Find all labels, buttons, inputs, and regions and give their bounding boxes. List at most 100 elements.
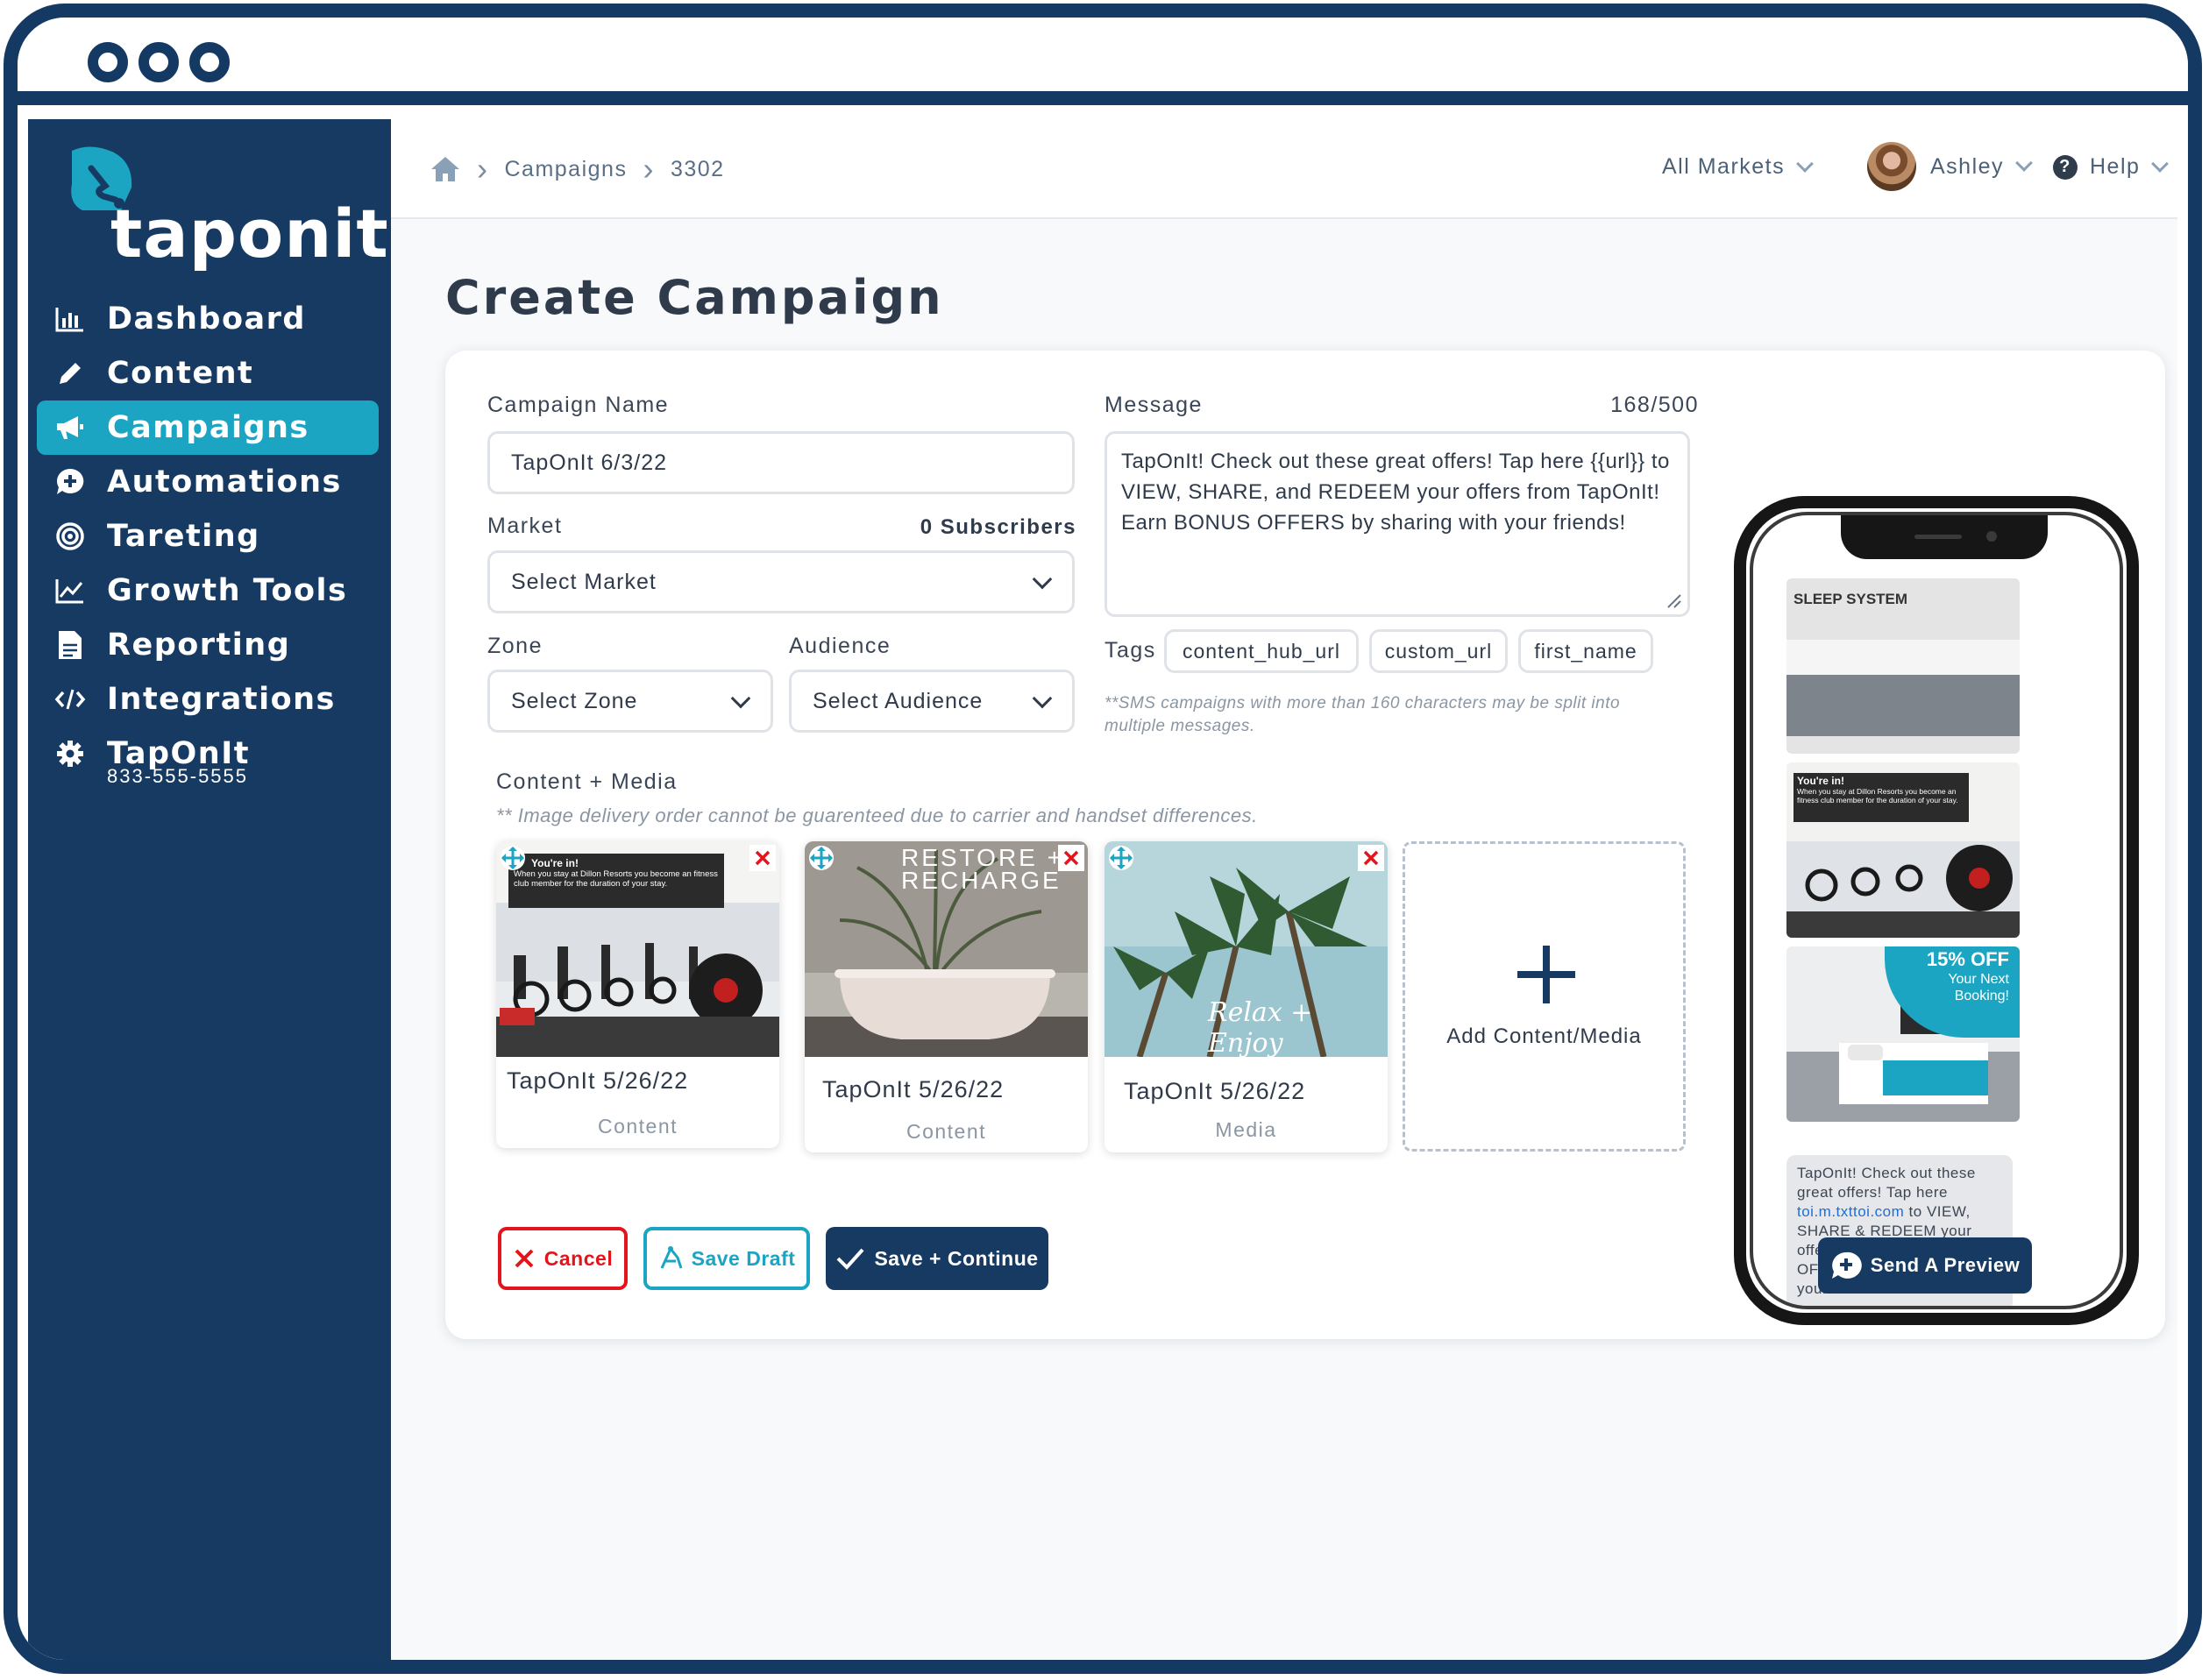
sidebar-item-campaigns[interactable]: Campaigns	[37, 401, 379, 455]
user-name: Ashley	[1930, 153, 2005, 179]
document-icon	[54, 629, 86, 661]
sidebar-item-label: Dashboard	[107, 301, 306, 337]
zone-select-value: Select Zone	[511, 688, 638, 713]
sidebar-item-account[interactable]: TapOnIt 833-555-5555	[37, 727, 379, 787]
cancel-button[interactable]: Cancel	[498, 1227, 628, 1290]
campaign-name-input[interactable]: TapOnIt 6/3/22	[487, 431, 1075, 494]
zone-label: Zone	[487, 634, 543, 658]
tag-chip[interactable]: content_hub_url	[1164, 629, 1359, 673]
move-icon[interactable]	[1108, 845, 1134, 871]
chat-plus-icon	[54, 466, 86, 498]
code-icon	[54, 684, 86, 715]
palm-trees-thumbnail: Relax + Enjoy	[1104, 841, 1388, 1057]
bar-chart-icon	[54, 303, 86, 335]
close-icon	[515, 1249, 534, 1268]
media-tile-title: TapOnIt 5/26/22	[507, 1067, 689, 1094]
tag-chip[interactable]: custom_url	[1369, 629, 1508, 673]
sidebar-item-integrations[interactable]: Integrations	[37, 672, 379, 727]
sidebar-item-content[interactable]: Content	[37, 346, 379, 401]
tags-label: Tags	[1104, 638, 1156, 663]
content-media-label: Content + Media	[496, 769, 678, 794]
breadcrumb-campaigns[interactable]: Campaigns	[505, 157, 628, 182]
user-menu[interactable]: Ashley	[1867, 142, 2033, 191]
message-char-count: 168/500	[1610, 393, 1699, 417]
preview-image-title: You're in!	[1797, 775, 1844, 787]
sidebar-item-growth-tools[interactable]: Growth Tools	[37, 564, 379, 618]
brand-logo[interactable]: taponit	[60, 137, 388, 277]
app-area: taponit Dashboard Content Campaigns Auto…	[28, 119, 2177, 1660]
megaphone-icon	[54, 412, 86, 443]
send-preview-label: Send A Preview	[1870, 1254, 2021, 1276]
plus-icon	[1517, 946, 1575, 1003]
media-tile[interactable]: RESTORE + RECHARGE TapOnIt 5/26/22 Conte…	[805, 841, 1088, 1152]
save-continue-button[interactable]: Save + Continue	[826, 1227, 1048, 1290]
market-select[interactable]: Select Market	[487, 550, 1075, 613]
save-draft-label: Save Draft	[691, 1246, 796, 1270]
sms-link[interactable]: toi.m.txttoi.com	[1797, 1203, 1904, 1220]
sidebar-item-dashboard[interactable]: Dashboard	[37, 292, 379, 346]
move-icon[interactable]	[808, 845, 835, 871]
breadcrumb: › Campaigns › 3302	[430, 151, 725, 188]
help-menu[interactable]: ? Help	[2053, 154, 2170, 180]
brand-name: taponit	[110, 195, 389, 273]
sms-text-start: TapOnIt! Check out these great offers! T…	[1797, 1165, 1976, 1201]
add-content-media-button[interactable]: Add Content/Media	[1403, 841, 1686, 1152]
chevron-down-icon	[1796, 154, 1815, 173]
preview-image-label: SLEEP SYSTEM	[1793, 591, 1908, 607]
page-title: Create Campaign	[445, 270, 944, 325]
audience-label: Audience	[789, 634, 891, 658]
preview-image-offer: 15% OFF Your Next Booking!	[1786, 946, 2020, 1122]
message-textarea[interactable]: TapOnIt! Check out these great offers! T…	[1104, 431, 1690, 617]
send-preview-button[interactable]: Send A Preview	[1818, 1237, 2032, 1294]
move-icon[interactable]	[500, 845, 526, 871]
chevron-right-icon: ›	[643, 151, 655, 187]
account-phone: 833-555-5555	[107, 765, 249, 787]
sidebar-item-reporting[interactable]: Reporting	[37, 618, 379, 672]
markets-label: All Markets	[1662, 154, 1786, 179]
avatar	[1867, 142, 1916, 191]
media-tile[interactable]: You're in! When you stay at Dillon Resor…	[496, 841, 779, 1148]
draft-icon	[660, 1246, 683, 1269]
zone-select[interactable]: Select Zone	[487, 670, 773, 733]
media-tile[interactable]: Relax + Enjoy TapOnIt 5/26/22 Media	[1104, 841, 1388, 1152]
check-icon	[837, 1248, 864, 1270]
breadcrumb-campaign-id: 3302	[670, 156, 725, 181]
sidebar-item-automations[interactable]: Automations	[37, 455, 379, 509]
chevron-down-icon	[1032, 688, 1053, 709]
thumbnail-overlay-title: Relax + Enjoy	[1208, 997, 1313, 1057]
media-order-note: ** Image delivery order cannot be guaren…	[496, 805, 1258, 826]
remove-icon[interactable]	[749, 845, 776, 871]
sidebar-nav: Dashboard Content Campaigns Automations …	[37, 292, 379, 787]
window-control-dot[interactable]	[88, 42, 128, 82]
resize-handle-icon[interactable]	[1663, 590, 1682, 609]
save-draft-button[interactable]: Save Draft	[643, 1227, 810, 1290]
media-tile-type: Content	[906, 1120, 987, 1143]
audience-select[interactable]: Select Audience	[789, 670, 1075, 733]
sidebar-item-label: Content	[107, 356, 254, 391]
chat-plus-icon	[1831, 1251, 1862, 1279]
remove-icon[interactable]	[1358, 845, 1384, 871]
phone-screen: SLEEP SYSTEM You're in! When you stay at…	[1750, 512, 2123, 1309]
browser-window: taponit Dashboard Content Campaigns Auto…	[4, 4, 2202, 1674]
phone-notch	[1841, 515, 2048, 559]
help-icon: ?	[2053, 154, 2078, 180]
audience-select-value: Select Audience	[813, 688, 984, 713]
market-label: Market	[487, 514, 563, 538]
sidebar-item-targeting[interactable]: Tareting	[37, 509, 379, 564]
line-chart-icon	[54, 575, 86, 606]
sidebar-item-label: Automations	[107, 464, 342, 500]
market-select-value: Select Market	[511, 569, 657, 594]
sms-split-note: **SMS campaigns with more than 160 chara…	[1104, 694, 1621, 735]
chevron-down-icon	[1032, 569, 1053, 590]
window-control-dot[interactable]	[189, 42, 230, 82]
remove-icon[interactable]	[1058, 845, 1084, 871]
tag-chip[interactable]: first_name	[1518, 629, 1653, 673]
pencil-icon	[54, 358, 86, 389]
sidebar-item-label: Integrations	[107, 682, 336, 717]
media-tile-title: TapOnIt 5/26/22	[822, 1076, 1005, 1102]
markets-dropdown[interactable]: All Markets	[1662, 154, 1815, 180]
window-control-dot[interactable]	[139, 42, 179, 82]
help-label: Help	[2090, 154, 2141, 179]
home-icon[interactable]	[430, 155, 461, 183]
target-icon	[54, 521, 86, 552]
